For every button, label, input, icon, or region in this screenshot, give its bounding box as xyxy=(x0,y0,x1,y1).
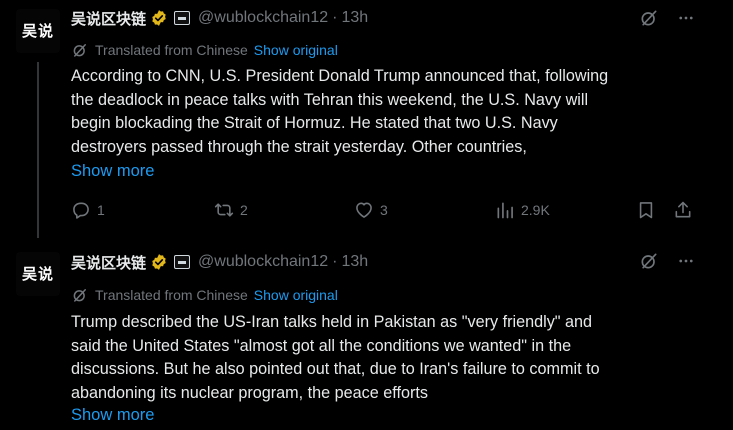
affiliate-badge-icon[interactable] xyxy=(174,11,191,25)
verified-badge-icon[interactable] xyxy=(150,253,168,271)
verified-badge-icon[interactable] xyxy=(150,9,168,27)
more-icon[interactable] xyxy=(677,252,695,270)
reply-button[interactable]: 1 xyxy=(71,200,105,220)
repost-icon xyxy=(214,203,234,217)
tweet-text-line: According to CNN, U.S. President Donald … xyxy=(71,67,609,85)
grok-icon[interactable] xyxy=(639,8,659,28)
views-icon xyxy=(497,202,513,219)
tweet-text: Trump described the US-Iran talks held i… xyxy=(71,311,711,405)
avatar[interactable]: 吴说 xyxy=(16,252,60,296)
repost-count: 2 xyxy=(240,202,248,218)
reply-icon xyxy=(73,202,89,219)
tweet-text-line: Trump described the US-Iran talks held i… xyxy=(71,313,593,331)
translation-notice: Translated from Chinese Show original xyxy=(71,285,338,305)
share-button[interactable] xyxy=(673,200,693,220)
views-button[interactable]: 2.9K xyxy=(495,200,550,220)
show-more-link[interactable]: Show more xyxy=(71,406,154,425)
show-original-link[interactable]: Show original xyxy=(254,287,338,303)
tweet-header: 吴说区块链 @wublockchain12 · 13h xyxy=(71,251,368,273)
bookmark-button[interactable] xyxy=(636,200,656,220)
handle[interactable]: @wublockchain12 xyxy=(198,9,328,27)
timestamp[interactable]: 13h xyxy=(341,9,368,27)
like-button[interactable]: 3 xyxy=(354,200,388,220)
grok-icon[interactable] xyxy=(639,251,659,271)
show-more-link[interactable]: Show more xyxy=(71,162,154,181)
tweet[interactable]: 吴说 吴说区块链 @wublockchain12 · 13h Translate… xyxy=(0,0,733,239)
more-icon[interactable] xyxy=(677,9,695,27)
display-name[interactable]: 吴说区块链 xyxy=(71,252,146,273)
translate-icon xyxy=(73,44,86,57)
separator-dot: · xyxy=(332,9,338,26)
like-icon xyxy=(356,202,372,218)
tweet-header: 吴说区块链 @wublockchain12 · 13h xyxy=(71,7,368,29)
translation-notice: Translated from Chinese Show original xyxy=(71,40,338,60)
avatar[interactable]: 吴说 xyxy=(16,9,60,53)
translated-label: Translated from Chinese xyxy=(95,42,248,58)
top-actions xyxy=(639,8,695,28)
translate-icon xyxy=(73,289,86,302)
reply-count: 1 xyxy=(97,202,105,218)
tweet-text-line: abandoning its nuclear program, the peac… xyxy=(71,383,428,402)
thread-line xyxy=(37,62,39,238)
bookmark-icon xyxy=(639,202,653,219)
timestamp[interactable]: 13h xyxy=(341,253,368,271)
view-count: 2.9K xyxy=(521,202,550,218)
like-count: 3 xyxy=(380,202,388,218)
separator-dot: · xyxy=(332,253,338,270)
handle[interactable]: @wublockchain12 xyxy=(198,253,328,271)
repost-button[interactable]: 2 xyxy=(214,200,248,220)
tweet-text-line: destroyers passed through the strait yes… xyxy=(71,137,527,156)
tweet-text-line: the deadlock in peace talks with Tehran … xyxy=(71,90,589,109)
tweet-text-line: discussions. But he also pointed out tha… xyxy=(71,360,600,378)
tweet[interactable]: 吴说 吴说区块链 @wublockchain12 · 13h Translate… xyxy=(0,238,733,430)
affiliate-badge-icon[interactable] xyxy=(174,255,191,269)
tweet-text-line: begin blockading the Strait of Hormuz. H… xyxy=(71,114,558,132)
display-name[interactable]: 吴说区块链 xyxy=(71,8,146,29)
share-icon xyxy=(675,201,691,218)
top-actions xyxy=(639,251,695,271)
show-original-link[interactable]: Show original xyxy=(254,42,338,58)
tweet-text-line: said the United States "almost got all t… xyxy=(71,336,572,355)
action-bar: 1 2 3 2.9K xyxy=(71,200,701,222)
tweet-text: According to CNN, U.S. President Donald … xyxy=(71,65,711,159)
translated-label: Translated from Chinese xyxy=(95,287,248,303)
